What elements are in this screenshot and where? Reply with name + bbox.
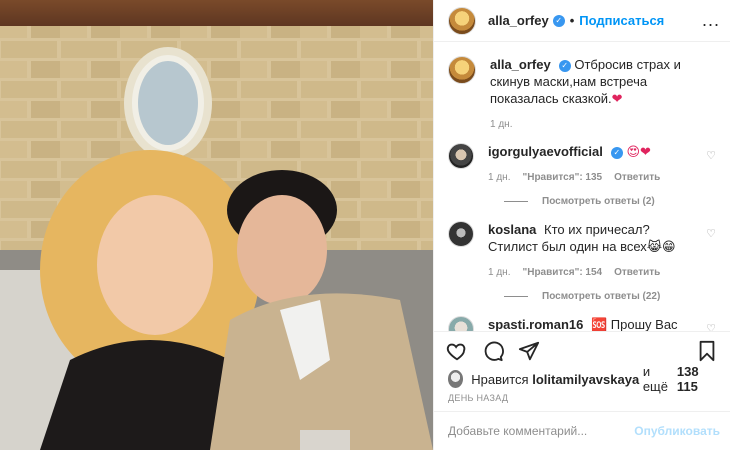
more-options-icon[interactable]: ... [702,10,720,31]
like-comment-icon[interactable]: ♡ [706,149,716,162]
comment-text: 🆘 Прошу Вас [591,317,678,331]
comment-emoji: 😹😁 [646,240,676,255]
comment-emoji: 😍❤ [626,145,651,160]
photo-illustration [0,0,433,450]
likes-summary: Нравится lolitamilyavskaya и ещё 138 115 [434,364,730,394]
comments-list[interactable]: alla_orfey ✓ Отбросив страх и скинув маск… [434,42,730,331]
separator-dot: • [569,13,575,28]
post-date[interactable]: ДЕНЬ НАЗАД [434,389,730,412]
comment-input[interactable] [448,424,635,438]
caption-username[interactable]: alla_orfey [490,57,551,72]
caption: alla_orfey ✓ Отбросив страх и скинув маск… [448,56,716,133]
comment-time[interactable]: 1 дн. [488,169,510,186]
follow-button[interactable]: Подписаться [579,13,664,28]
instagram-post: alla_orfey ✓ • Подписаться ... alla_orfe… [0,0,730,450]
comment-time[interactable]: 1 дн. [488,264,510,281]
liker-avatar[interactable] [448,370,464,388]
replies-line [504,296,528,297]
verified-icon: ✓ [552,14,565,27]
view-replies-label: Посмотреть ответы (22) [542,291,661,302]
likes-prefix: Нравится [471,371,529,387]
comment-likes[interactable]: "Нравится": 135 [522,169,602,186]
verified-icon: ✓ [610,146,623,159]
liker-username[interactable]: lolitamilyavskaya [532,372,639,387]
replies-line [504,201,528,202]
commenter-username[interactable]: igorgulyaevofficial [488,144,603,159]
add-comment-bar: Опубликовать [434,412,730,450]
comment-likes[interactable]: "Нравится": 154 [522,264,602,281]
share-send-icon[interactable] [518,340,540,362]
post-photo[interactable] [0,0,433,450]
commenter-avatar[interactable] [448,221,474,247]
reply-button[interactable]: Ответить [614,169,660,186]
publish-button[interactable]: Опубликовать [634,424,720,438]
commenter-avatar[interactable] [448,143,474,169]
view-replies-button[interactable]: Посмотреть ответы (2) [504,196,716,207]
view-replies-label: Посмотреть ответы (2) [542,196,655,207]
post-header: alla_orfey ✓ • Подписаться ... [434,0,730,42]
comment-bubble-icon[interactable] [482,340,504,362]
post-side-panel: alla_orfey ✓ • Подписаться ... alla_orfe… [433,0,730,450]
heart-emoji: ❤ [611,92,623,107]
commenter-username[interactable]: spasti.roman16 [488,317,583,331]
reply-button[interactable]: Ответить [614,264,660,281]
commenter-username[interactable]: koslana [488,222,536,237]
like-heart-icon[interactable] [446,340,468,362]
like-comment-icon[interactable]: ♡ [706,322,716,331]
comment-item: igorgulyaevofficial ✓ 😍❤ 1 дн. "Нравится"… [448,143,716,186]
comment-item: koslana Кто их причесал? Стилист был оди… [448,221,716,281]
comment-item: spasti.roman16 🆘 Прошу Вас ♡ [448,316,716,331]
save-bookmark-icon[interactable] [696,340,718,362]
commenter-avatar[interactable] [448,316,474,331]
view-replies-button[interactable]: Посмотреть ответы (22) [504,291,716,302]
verified-icon: ✓ [558,59,571,72]
author-username[interactable]: alla_orfey [488,13,549,28]
caption-avatar[interactable] [448,56,476,84]
caption-time[interactable]: 1 дн. [490,116,512,133]
author-avatar[interactable] [448,6,476,35]
like-comment-icon[interactable]: ♡ [706,227,716,240]
